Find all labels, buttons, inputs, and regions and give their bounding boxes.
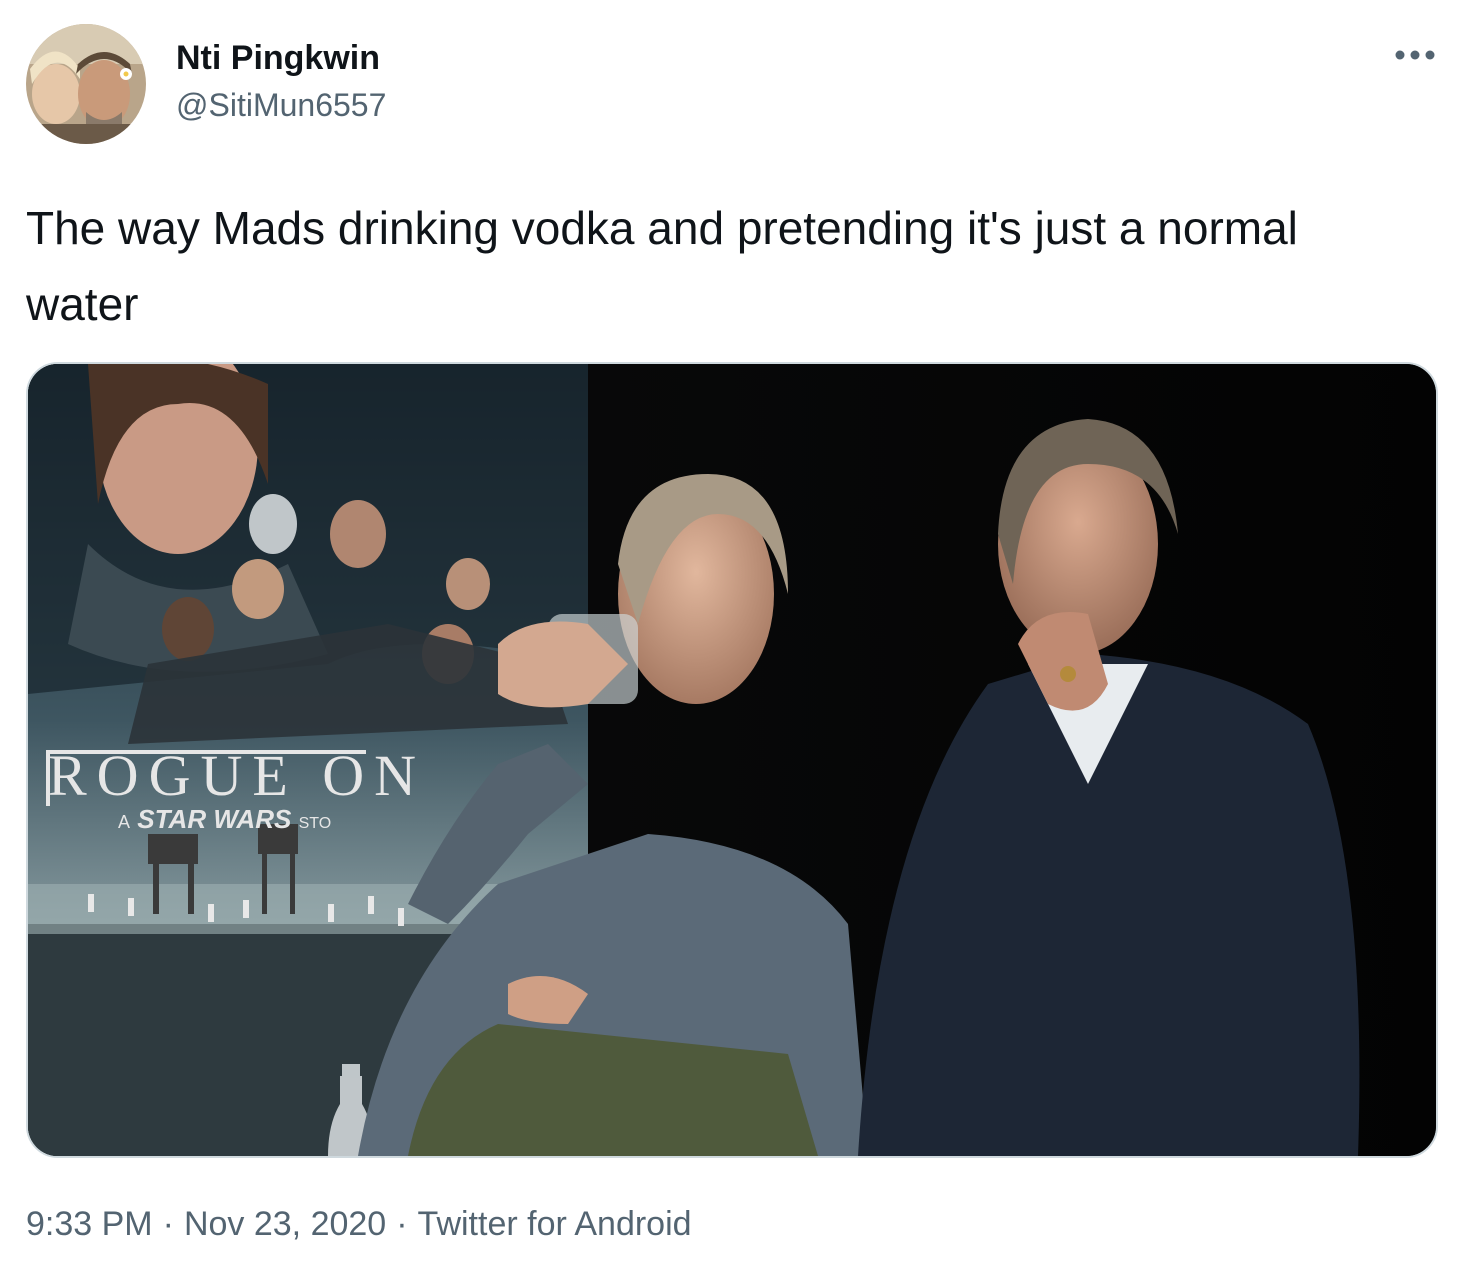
poster-title: ROGUE ON <box>48 743 427 808</box>
poster-subtitle-tail: STO <box>298 815 332 832</box>
user-avatar-photo <box>26 24 146 144</box>
tweet-time[interactable]: 9:33 PM <box>26 1205 153 1243</box>
poster-subtitle-brand: STAR WARS <box>137 804 292 834</box>
tweet-source[interactable]: Twitter for Android <box>418 1205 692 1243</box>
meta-separator: · <box>396 1205 408 1243</box>
user-handle[interactable]: @SitiMun6557 <box>176 84 386 126</box>
more-options-button[interactable] <box>1390 40 1440 70</box>
poster-subtitle-a: A <box>118 812 131 832</box>
more-horizontal-icon <box>1395 50 1435 60</box>
tweet-media-image[interactable]: ROGUE ON A STAR WARS STO <box>26 362 1438 1158</box>
tweet-date[interactable]: Nov 23, 2020 <box>184 1205 386 1243</box>
tweet-text: The way Mads drinking vodka and pretendi… <box>26 202 1298 330</box>
display-name[interactable]: Nti Pingkwin <box>176 36 380 80</box>
avatar[interactable] <box>26 24 146 144</box>
tweet-meta: 9:33 PM · Nov 23, 2020 · Twitter for Android <box>26 1202 692 1246</box>
meta-separator: · <box>162 1205 174 1243</box>
poster-subtitle: A STAR WARS STO <box>118 804 331 835</box>
